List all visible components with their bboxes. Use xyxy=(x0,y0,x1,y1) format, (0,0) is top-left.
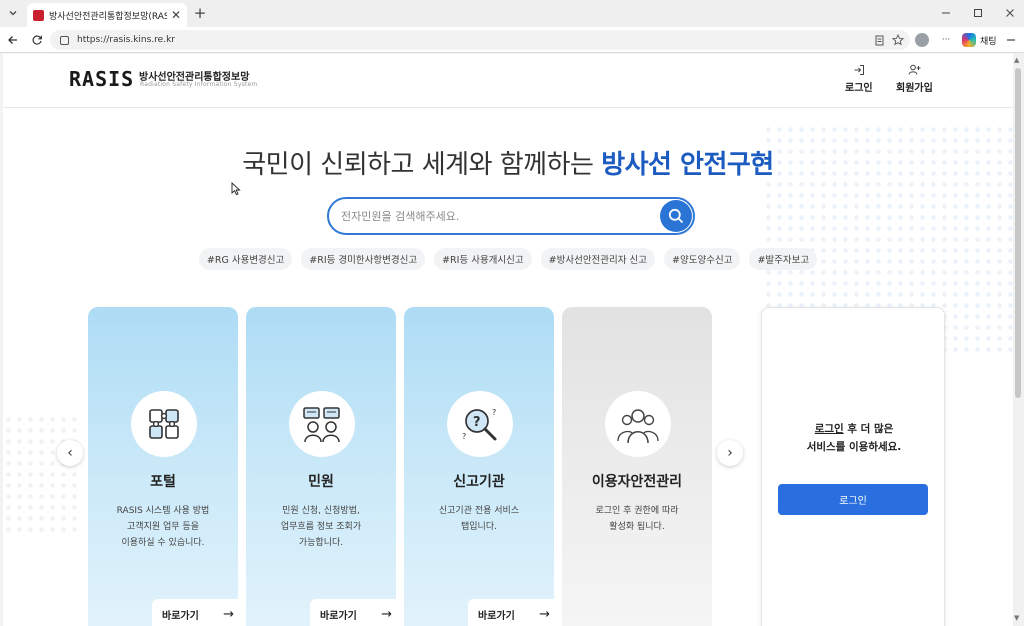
svg-text:?: ? xyxy=(473,415,481,430)
refresh-icon[interactable] xyxy=(29,32,45,48)
card-title: 포털 xyxy=(150,474,176,490)
card-description: 신고기관 전용 서비스 탭입니다. xyxy=(438,506,520,532)
quick-tag[interactable]: #RI등 사용개시신고 xyxy=(434,248,532,270)
quick-tags: #RG 사용변경신고 #RI등 경미한사항변경신고 #RI등 사용개시신고 #방… xyxy=(3,248,1013,270)
copilot-chat-button[interactable]: 채팅 xyxy=(962,33,997,47)
card-reporting-agency[interactable]: ? ? ? 신고기관 신고기관 전용 서비스 탭입니다. 바로가기 → xyxy=(404,307,554,626)
new-tab-button[interactable]: + xyxy=(192,4,208,22)
logo-english-name: Radiation Safety Information System xyxy=(140,81,258,88)
tab-list-chevron-icon[interactable] xyxy=(6,6,20,20)
favorite-star-icon[interactable] xyxy=(891,33,905,47)
copilot-icon xyxy=(962,33,976,47)
login-icon xyxy=(853,64,865,79)
login-prompt: 로그인 후 더 많은 서비스를 이용하세요. xyxy=(762,420,946,456)
chevron-right-icon: › xyxy=(727,445,733,461)
arrow-right-icon: → xyxy=(381,606,392,622)
goto-label: 바로가기 xyxy=(162,610,199,622)
search-input[interactable] xyxy=(341,207,641,225)
address-bar-row: https://rasis.kins.re.kr ··· 채팅 xyxy=(0,27,1024,53)
scrollbar-thumb[interactable] xyxy=(1015,68,1021,398)
card-description: RASIS 시스템 사용 방법 고객지원 업무 등을 이용하실 수 있습니다. xyxy=(116,506,210,548)
header-login-button[interactable]: 로그인 xyxy=(845,64,873,94)
web-page: RASIS 방사선안전관리통합정보망 Radiation Safety Info… xyxy=(3,54,1013,626)
card-goto-button[interactable]: 바로가기 → xyxy=(310,599,396,626)
card-title: 민원 xyxy=(308,474,334,490)
sidebar-toggle-icon[interactable] xyxy=(1004,32,1018,48)
magnifier-question-icon: ? ? ? xyxy=(447,391,513,457)
quick-tag[interactable]: #방사선안전관리자 신고 xyxy=(540,248,656,270)
goto-label: 바로가기 xyxy=(320,610,357,622)
browser-tab-bar: 방사선안전관리통합정보망(RASIS) ✕ + xyxy=(0,0,1024,27)
card-user-safety-management[interactable]: 이용자안전관리 로그인 후 권한에 따라 활성화 됩니다. xyxy=(562,307,712,626)
login-button[interactable]: 로그인 xyxy=(778,484,928,515)
maximize-icon[interactable] xyxy=(970,6,986,20)
more-menu-icon[interactable]: ··· xyxy=(938,32,954,48)
page-scrollbar[interactable]: ▲ ▼ xyxy=(1013,54,1024,626)
tab-close-icon[interactable]: ✕ xyxy=(171,8,181,22)
card-civil-petition[interactable]: 민원 민원 신청, 신청방법, 업무흐름 정보 조회가 가능합니다. 바로가기 … xyxy=(246,307,396,626)
copilot-label: 채팅 xyxy=(980,36,997,47)
login-label: 로그인 xyxy=(845,83,873,94)
login-link[interactable]: 로그인 xyxy=(815,423,844,435)
card-description: 민원 신청, 신청방법, 업무흐름 정보 조회가 가능합니다. xyxy=(280,506,362,548)
hero-text: 국민이 신뢰하고 세계와 함께하는 xyxy=(242,150,594,180)
consultation-icon xyxy=(289,391,355,457)
search-icon xyxy=(668,208,683,223)
hero-highlight: 방사선 안전구현 xyxy=(601,150,774,180)
back-arrow-icon[interactable] xyxy=(5,32,21,48)
quick-tag[interactable]: #발주자보고 xyxy=(749,248,818,270)
card-title: 이용자안전관리 xyxy=(591,474,683,490)
quick-tag[interactable]: #RI등 경미한사항변경신고 xyxy=(301,248,426,270)
quick-tag[interactable]: #양도양수신고 xyxy=(664,248,741,270)
mouse-cursor-icon xyxy=(231,182,241,196)
signup-label: 회원가입 xyxy=(896,83,933,94)
scroll-up-arrow-icon[interactable]: ▲ xyxy=(1014,56,1019,64)
arrow-right-icon: → xyxy=(539,606,550,622)
svg-text:?: ? xyxy=(462,432,466,441)
users-group-icon xyxy=(605,391,671,457)
url-field[interactable]: https://rasis.kins.re.kr xyxy=(50,30,910,50)
carousel-next-button[interactable]: › xyxy=(717,440,743,466)
card-portal[interactable]: 포털 RASIS 시스템 사용 방법 고객지원 업무 등을 이용하실 수 있습니… xyxy=(88,307,238,626)
card-goto-button[interactable]: 바로가기 → xyxy=(468,599,554,626)
search-button[interactable] xyxy=(660,200,692,232)
card-title: 신고기관 xyxy=(453,474,505,490)
reader-view-icon[interactable] xyxy=(872,33,886,47)
arrow-right-icon: → xyxy=(223,606,234,622)
site-info-lock-icon[interactable] xyxy=(60,35,69,45)
puzzle-icon xyxy=(131,391,197,457)
header-signup-button[interactable]: 회원가입 xyxy=(896,64,933,94)
url-text: https://rasis.kins.re.kr xyxy=(77,35,175,45)
scroll-down-arrow-icon[interactable]: ▼ xyxy=(1014,614,1019,622)
card-goto-button[interactable]: 바로가기 → xyxy=(152,599,238,626)
login-panel: 로그인 후 더 많은 서비스를 이용하세요. 로그인 xyxy=(761,307,945,626)
login-prompt-text: 후 더 많은 xyxy=(843,423,894,435)
tab-title: 방사선안전관리통합정보망(RASIS) xyxy=(49,11,167,22)
goto-label: 바로가기 xyxy=(478,610,515,622)
hero-headline: 국민이 신뢰하고 세계와 함께하는 방사선 안전구현 xyxy=(3,144,1013,181)
card-description: 로그인 후 권한에 따라 활성화 됩니다. xyxy=(595,506,679,532)
dot-pattern-decoration xyxy=(3,414,83,534)
search-box xyxy=(327,197,695,235)
logo-wordmark: RASIS xyxy=(69,67,135,91)
svg-text:?: ? xyxy=(492,408,496,417)
minimize-icon[interactable] xyxy=(938,6,954,20)
site-logo[interactable]: RASIS 방사선안전관리통합정보망 Radiation Safety Info… xyxy=(3,54,263,108)
site-header: RASIS 방사선안전관리통합정보망 Radiation Safety Info… xyxy=(3,54,1013,108)
profile-avatar[interactable] xyxy=(915,33,929,47)
site-favicon-icon xyxy=(33,9,44,21)
chevron-left-icon: ‹ xyxy=(67,445,73,461)
quick-tag[interactable]: #RG 사용변경신고 xyxy=(198,248,293,270)
login-prompt-text-line2: 서비스를 이용하세요. xyxy=(806,441,902,453)
browser-tab[interactable]: 방사선안전관리통합정보망(RASIS) ✕ xyxy=(27,3,187,27)
add-user-icon xyxy=(908,64,921,79)
carousel-prev-button[interactable]: ‹ xyxy=(57,440,83,466)
close-window-icon[interactable] xyxy=(1002,6,1018,20)
